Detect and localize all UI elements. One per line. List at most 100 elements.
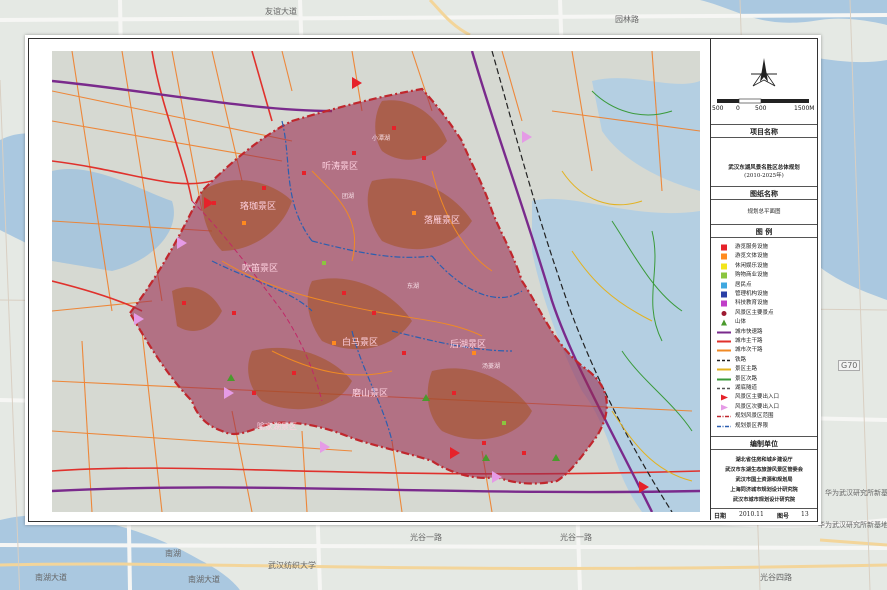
legend-item: 购物商业设施 [717,271,817,280]
legend-label: 规划风景区范围 [735,413,774,420]
legend-label: 山体 [735,319,747,326]
panel-divider [711,237,817,238]
legend-item: 科技教育设施 [717,299,817,308]
panel-divider [711,186,817,187]
legend-item: 景区主路 [717,365,817,374]
poi-label: 华为武汉研究所新基地 [818,521,887,529]
panel-divider [711,199,817,200]
legend-item: 游览文体设施 [717,252,817,261]
project-title: 武汉东湖风景名胜区总体规划 [728,165,800,171]
sheet-label: 图号 [777,513,790,520]
legend-symbol-icon [721,253,727,260]
legend-label: 购物商业设施 [735,272,769,279]
zone-label: 落雁景区 [424,216,461,226]
road-label: 光谷一路 [560,533,592,542]
panel-divider [711,137,817,138]
planning-map[interactable]: 珞珈景区 听涛景区 落雁景区 吹笛景区 白马景区 磨山景区 喻家湖景区 后湖景区… [52,51,700,512]
legend-item: 游览服务设施 [717,243,817,252]
legend-label: 规划景区界限 [735,422,769,429]
scale-tick: 500 [712,105,724,112]
legend-label: 风景区次要出入口 [735,403,780,410]
legend-label: 景区次路 [735,375,758,382]
poi-label: 华为武汉研究所新基地 [825,489,887,497]
panel-divider [711,124,817,125]
legend-item: 规划景区界限 [717,422,817,431]
date-label: 日期 [714,513,727,520]
legend-label: 城市快速路 [735,328,763,335]
legend-label: 湖底隧道 [735,385,758,391]
scale-bar [717,98,809,104]
org-item: 武汉市城市规划设计研究院 [732,497,796,503]
panel-divider [711,508,817,509]
legend-symbol-icon [717,340,731,343]
legend-label: 游览文体设施 [735,253,769,260]
zone-label: 听涛景区 [322,162,359,172]
legend-symbol-icon [717,368,731,371]
place-label: 团湖 [342,193,355,200]
legend-symbol-icon [717,349,731,352]
legend-label: 游览服务设施 [735,244,769,250]
scale-tick: 0 [736,105,740,112]
road-label: 南湖大道 [35,573,67,582]
legend-label: 城市次干路 [735,347,763,354]
legend-item: 城市主干路 [717,337,817,346]
scale-tick: 500 [755,105,767,112]
lake-label: 南湖 [165,549,181,558]
panel-divider [711,449,817,450]
zone-label: 白马景区 [342,338,379,348]
legend-item: 风景区主要景点 [717,309,817,318]
place-label: 汤菱湖 [482,363,501,370]
date-value: 2010.11 [739,511,764,518]
legend-label: 铁路 [735,356,747,363]
legend-item: 休闲娱乐设施 [717,262,817,271]
legend-item: 管理机构设施 [717,290,817,299]
project-period: (2010-2025年) [744,173,784,179]
legend-symbol-icon [721,291,727,298]
road-label: 南湖大道 [188,575,220,584]
place-label: 小潭湖 [372,135,391,142]
legend-item: 景区次路 [717,375,817,384]
legend-symbol-icon [717,425,731,427]
org-item: 湖北省住房和城乡建设厅 [735,457,793,463]
legend-symbol-icon [721,244,727,251]
poi-label: 武汉纺织大学 [268,561,316,570]
legend-symbol-icon [721,272,727,279]
legend-symbol-icon [717,331,731,334]
legend-label: 风景区主要景点 [735,309,774,316]
org-item: 武汉市国土资源和规划局 [735,477,793,483]
place-label: 东湖 [407,283,420,290]
zone-label: 吹笛景区 [242,264,279,274]
legend-label: 景区主路 [735,366,758,373]
road-label: 友谊大道 [265,7,297,16]
legend-label: 管理机构设施 [735,291,769,297]
zone-label: 后湖景区 [450,340,487,350]
legend-symbol-icon [721,300,727,307]
zone-label: 喻家湖景区 [257,422,297,431]
legend-item: 风景区次要出入口 [717,403,817,412]
legend-label: 风景区主要出入口 [735,394,780,401]
legend-item: 城市次干路 [717,346,817,355]
legend-symbol-icon [717,387,731,390]
legend-label: 科技教育设施 [735,300,769,307]
zone-label: 珞珈景区 [240,202,277,212]
legend: 游览服务设施 游览文体设施 休闲娱乐设施 购物商业设施 居民点 管理机构设施 科技教育设施风… [711,243,817,433]
scale-tick: 1500M [794,105,815,112]
panel-divider [711,436,817,437]
drawing-label: 图纸名称 [750,189,778,198]
legend-symbol-icon [717,378,731,381]
planning-sheet: 珞珈景区 听涛景区 落雁景区 吹笛景区 白马景区 磨山景区 喻家湖景区 后湖景区… [25,35,821,525]
legend-symbol-icon [717,415,731,418]
legend-item: 规划风景区范围 [717,412,817,421]
sheet-number: 13 [801,511,809,518]
legend-symbol-icon [721,310,727,316]
zone-label: 磨山景区 [352,389,389,399]
legend-label: 居民点 [735,281,752,288]
legend-item: 铁路 [717,356,817,365]
north-arrow-icon [751,58,777,87]
legend-item: 湖底隧道 [717,384,817,393]
legend-item: 城市快速路 [717,328,817,337]
legend-symbol-icon [721,263,727,270]
road-label: 园林路 [615,15,639,24]
legend-symbol-icon [721,282,727,289]
panel-divider [711,224,817,225]
